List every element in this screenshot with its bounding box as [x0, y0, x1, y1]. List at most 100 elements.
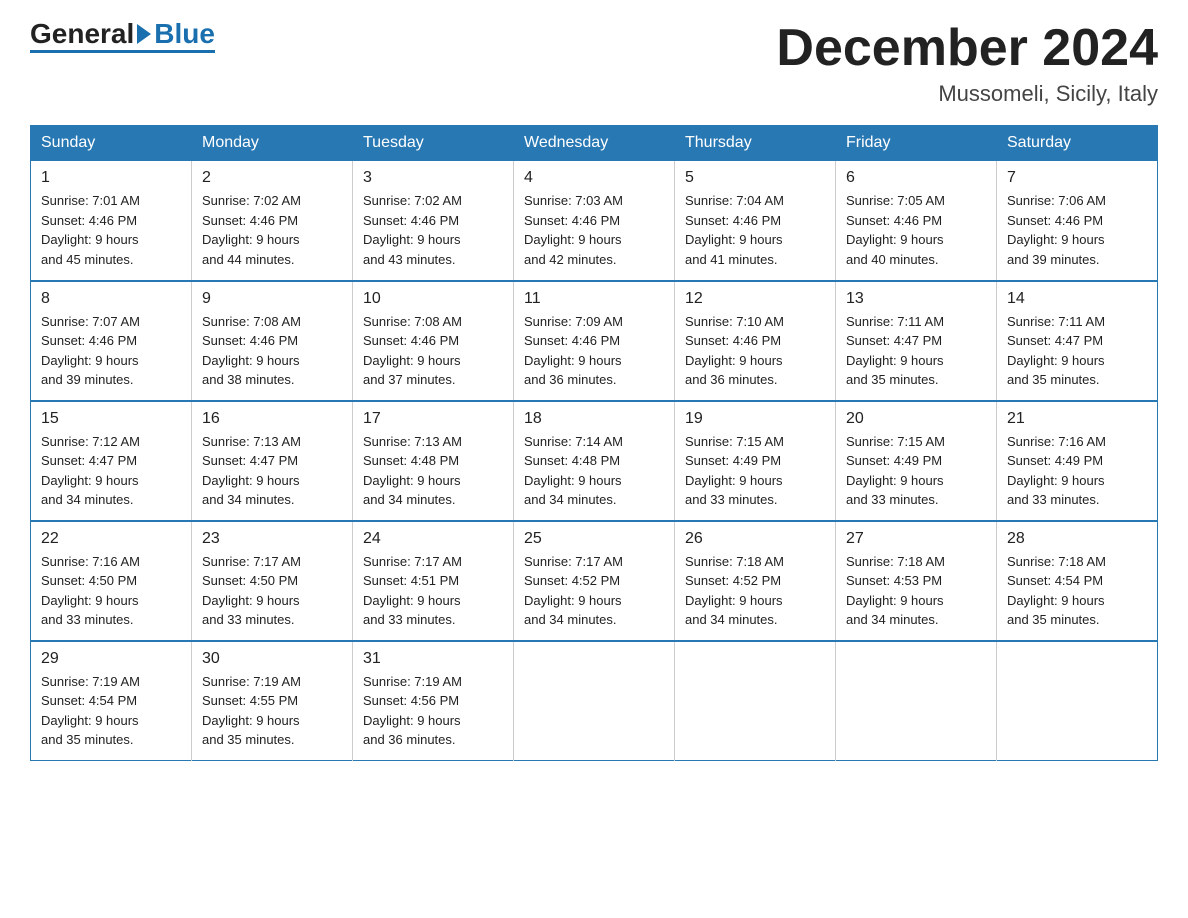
day-number: 21: [1007, 410, 1147, 428]
calendar-day-cell: 1 Sunrise: 7:01 AM Sunset: 4:46 PM Daylig…: [31, 161, 192, 281]
calendar-day-cell: 20Sunrise: 7:15 AM Sunset: 4:49 PM Dayli…: [836, 401, 997, 521]
calendar-table: SundayMondayTuesdayWednesdayThursdayFrid…: [30, 125, 1158, 761]
calendar-week-row: 8 Sunrise: 7:07 AM Sunset: 4:46 PM Daylig…: [31, 281, 1158, 401]
page-header: General Blue December 2024 Mussomeli, Si…: [30, 20, 1158, 107]
day-info: Sunrise: 7:10 AM Sunset: 4:46 PM Dayligh…: [685, 312, 825, 390]
logo-arrow-icon: [137, 24, 151, 44]
day-info: Sunrise: 7:17 AM Sunset: 4:51 PM Dayligh…: [363, 552, 503, 630]
day-number: 19: [685, 410, 825, 428]
day-info: Sunrise: 7:08 AM Sunset: 4:46 PM Dayligh…: [202, 312, 342, 390]
calendar-day-cell: 31Sunrise: 7:19 AM Sunset: 4:56 PM Dayli…: [353, 641, 514, 761]
calendar-day-cell: 30 Sunrise: 7:19 AM Sunset: 4:55 PM Dayli…: [192, 641, 353, 761]
day-info: Sunrise: 7:19 AM Sunset: 4:56 PM Dayligh…: [363, 672, 503, 750]
day-of-week-header: Sunday: [31, 126, 192, 161]
title-block: December 2024 Mussomeli, Sicily, Italy: [776, 20, 1158, 107]
day-number: 16: [202, 410, 342, 428]
calendar-header: SundayMondayTuesdayWednesdayThursdayFrid…: [31, 126, 1158, 161]
day-info: Sunrise: 7:11 AM Sunset: 4:47 PM Dayligh…: [1007, 312, 1147, 390]
calendar-day-cell: [514, 641, 675, 761]
day-info: Sunrise: 7:16 AM Sunset: 4:49 PM Dayligh…: [1007, 432, 1147, 510]
day-number: 5: [685, 169, 825, 187]
day-info: Sunrise: 7:09 AM Sunset: 4:46 PM Dayligh…: [524, 312, 664, 390]
calendar-day-cell: 13 Sunrise: 7:11 AM Sunset: 4:47 PM Dayli…: [836, 281, 997, 401]
day-number: 26: [685, 530, 825, 548]
calendar-day-cell: 2Sunrise: 7:02 AM Sunset: 4:46 PM Daylig…: [192, 161, 353, 281]
calendar-day-cell: 27 Sunrise: 7:18 AM Sunset: 4:53 PM Dayli…: [836, 521, 997, 641]
day-number: 17: [363, 410, 503, 428]
calendar-day-cell: [675, 641, 836, 761]
calendar-week-row: 1 Sunrise: 7:01 AM Sunset: 4:46 PM Daylig…: [31, 161, 1158, 281]
calendar-day-cell: 7 Sunrise: 7:06 AM Sunset: 4:46 PM Daylig…: [997, 161, 1158, 281]
day-info: Sunrise: 7:01 AM Sunset: 4:46 PM Dayligh…: [41, 191, 181, 269]
day-info: Sunrise: 7:15 AM Sunset: 4:49 PM Dayligh…: [685, 432, 825, 510]
day-info: Sunrise: 7:16 AM Sunset: 4:50 PM Dayligh…: [41, 552, 181, 630]
day-info: Sunrise: 7:07 AM Sunset: 4:46 PM Dayligh…: [41, 312, 181, 390]
calendar-week-row: 22 Sunrise: 7:16 AM Sunset: 4:50 PM Dayli…: [31, 521, 1158, 641]
days-of-week-row: SundayMondayTuesdayWednesdayThursdayFrid…: [31, 126, 1158, 161]
day-of-week-header: Tuesday: [353, 126, 514, 161]
day-info: Sunrise: 7:02 AM Sunset: 4:46 PM Dayligh…: [202, 191, 342, 269]
day-info: Sunrise: 7:13 AM Sunset: 4:47 PM Dayligh…: [202, 432, 342, 510]
day-number: 7: [1007, 169, 1147, 187]
calendar-day-cell: 28Sunrise: 7:18 AM Sunset: 4:54 PM Dayli…: [997, 521, 1158, 641]
month-title: December 2024: [776, 20, 1158, 77]
calendar-day-cell: 24Sunrise: 7:17 AM Sunset: 4:51 PM Dayli…: [353, 521, 514, 641]
calendar-day-cell: 11 Sunrise: 7:09 AM Sunset: 4:46 PM Dayli…: [514, 281, 675, 401]
day-number: 13: [846, 290, 986, 308]
day-number: 8: [41, 290, 181, 308]
calendar-day-cell: 14Sunrise: 7:11 AM Sunset: 4:47 PM Dayli…: [997, 281, 1158, 401]
logo-underline: [30, 50, 215, 53]
day-info: Sunrise: 7:08 AM Sunset: 4:46 PM Dayligh…: [363, 312, 503, 390]
calendar-day-cell: 17 Sunrise: 7:13 AM Sunset: 4:48 PM Dayli…: [353, 401, 514, 521]
day-of-week-header: Saturday: [997, 126, 1158, 161]
day-info: Sunrise: 7:17 AM Sunset: 4:52 PM Dayligh…: [524, 552, 664, 630]
day-of-week-header: Wednesday: [514, 126, 675, 161]
day-info: Sunrise: 7:18 AM Sunset: 4:54 PM Dayligh…: [1007, 552, 1147, 630]
day-info: Sunrise: 7:19 AM Sunset: 4:54 PM Dayligh…: [41, 672, 181, 750]
day-info: Sunrise: 7:13 AM Sunset: 4:48 PM Dayligh…: [363, 432, 503, 510]
calendar-day-cell: 6Sunrise: 7:05 AM Sunset: 4:46 PM Daylig…: [836, 161, 997, 281]
calendar-week-row: 15Sunrise: 7:12 AM Sunset: 4:47 PM Dayli…: [31, 401, 1158, 521]
calendar-day-cell: 4 Sunrise: 7:03 AM Sunset: 4:46 PM Daylig…: [514, 161, 675, 281]
day-info: Sunrise: 7:06 AM Sunset: 4:46 PM Dayligh…: [1007, 191, 1147, 269]
day-number: 10: [363, 290, 503, 308]
calendar-day-cell: 22 Sunrise: 7:16 AM Sunset: 4:50 PM Dayli…: [31, 521, 192, 641]
day-info: Sunrise: 7:18 AM Sunset: 4:52 PM Dayligh…: [685, 552, 825, 630]
day-number: 30: [202, 650, 342, 668]
day-number: 20: [846, 410, 986, 428]
day-number: 3: [363, 169, 503, 187]
calendar-day-cell: 12Sunrise: 7:10 AM Sunset: 4:46 PM Dayli…: [675, 281, 836, 401]
day-number: 11: [524, 290, 664, 308]
day-info: Sunrise: 7:03 AM Sunset: 4:46 PM Dayligh…: [524, 191, 664, 269]
calendar-week-row: 29Sunrise: 7:19 AM Sunset: 4:54 PM Dayli…: [31, 641, 1158, 761]
day-number: 23: [202, 530, 342, 548]
day-info: Sunrise: 7:02 AM Sunset: 4:46 PM Dayligh…: [363, 191, 503, 269]
day-of-week-header: Monday: [192, 126, 353, 161]
calendar-day-cell: 15Sunrise: 7:12 AM Sunset: 4:47 PM Dayli…: [31, 401, 192, 521]
calendar-day-cell: 21 Sunrise: 7:16 AM Sunset: 4:49 PM Dayli…: [997, 401, 1158, 521]
calendar-day-cell: 29Sunrise: 7:19 AM Sunset: 4:54 PM Dayli…: [31, 641, 192, 761]
location-title: Mussomeli, Sicily, Italy: [776, 81, 1158, 107]
day-number: 27: [846, 530, 986, 548]
calendar-day-cell: 3 Sunrise: 7:02 AM Sunset: 4:46 PM Daylig…: [353, 161, 514, 281]
calendar-body: 1 Sunrise: 7:01 AM Sunset: 4:46 PM Daylig…: [31, 161, 1158, 761]
day-number: 22: [41, 530, 181, 548]
calendar-day-cell: 23Sunrise: 7:17 AM Sunset: 4:50 PM Dayli…: [192, 521, 353, 641]
day-number: 6: [846, 169, 986, 187]
logo-blue-text: Blue: [154, 20, 215, 48]
day-info: Sunrise: 7:14 AM Sunset: 4:48 PM Dayligh…: [524, 432, 664, 510]
day-info: Sunrise: 7:04 AM Sunset: 4:46 PM Dayligh…: [685, 191, 825, 269]
day-info: Sunrise: 7:11 AM Sunset: 4:47 PM Dayligh…: [846, 312, 986, 390]
logo: General Blue: [30, 20, 215, 53]
day-info: Sunrise: 7:18 AM Sunset: 4:53 PM Dayligh…: [846, 552, 986, 630]
day-number: 4: [524, 169, 664, 187]
logo-general-text: General: [30, 20, 134, 48]
day-info: Sunrise: 7:19 AM Sunset: 4:55 PM Dayligh…: [202, 672, 342, 750]
calendar-day-cell: 5 Sunrise: 7:04 AM Sunset: 4:46 PM Daylig…: [675, 161, 836, 281]
day-number: 1: [41, 169, 181, 187]
day-number: 9: [202, 290, 342, 308]
day-number: 25: [524, 530, 664, 548]
calendar-day-cell: 8 Sunrise: 7:07 AM Sunset: 4:46 PM Daylig…: [31, 281, 192, 401]
day-of-week-header: Friday: [836, 126, 997, 161]
calendar-day-cell: 26 Sunrise: 7:18 AM Sunset: 4:52 PM Dayli…: [675, 521, 836, 641]
